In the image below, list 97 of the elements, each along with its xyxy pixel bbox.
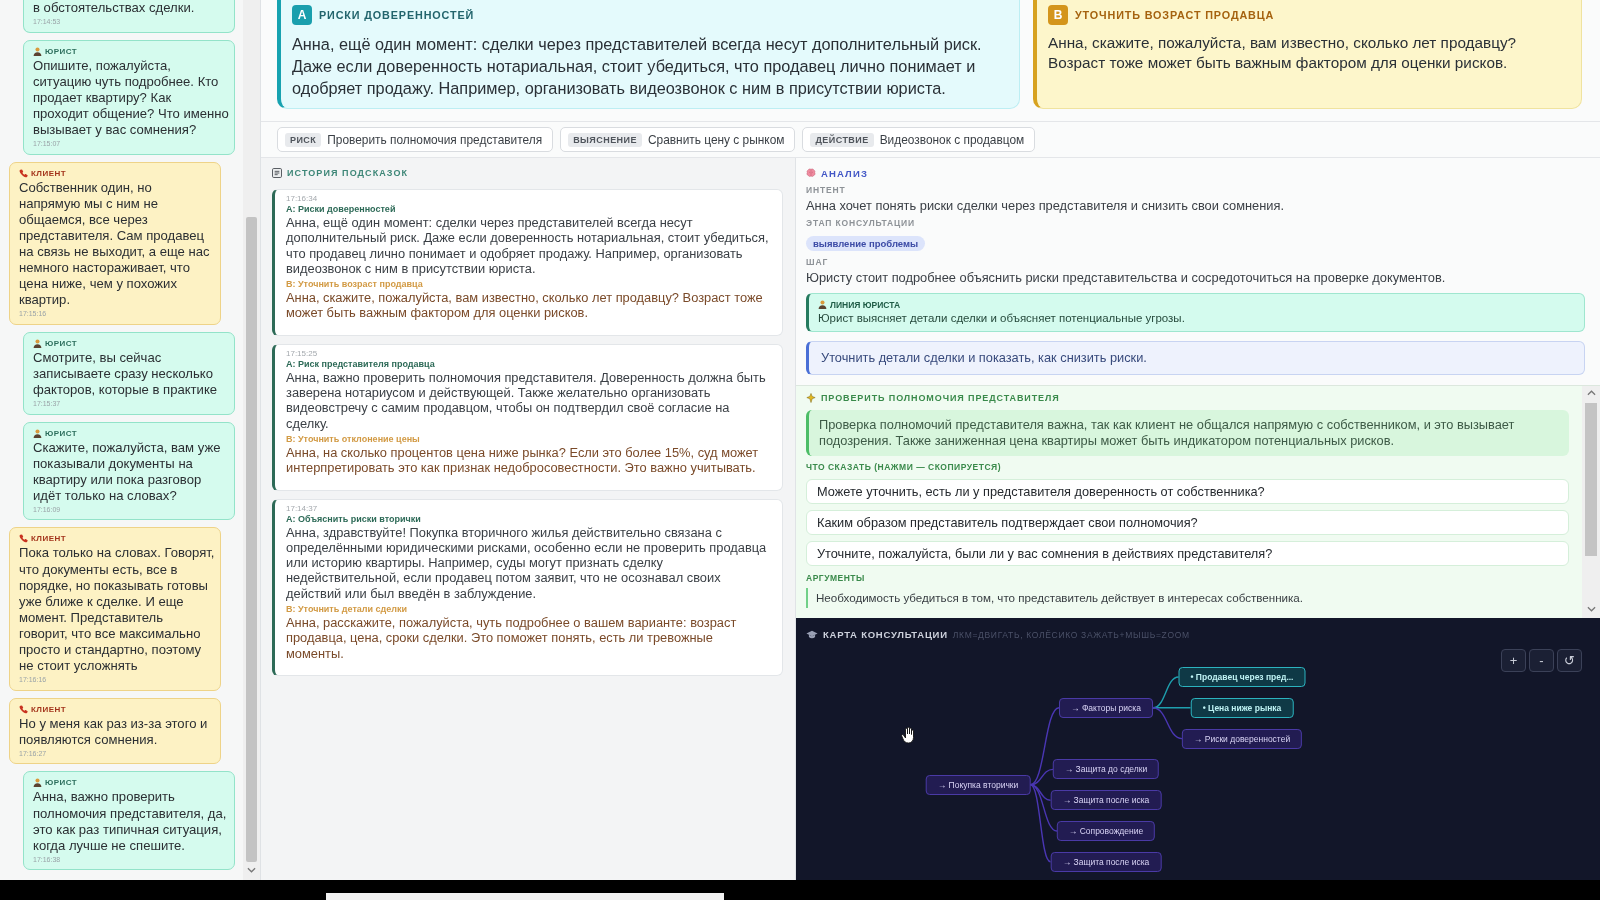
document-icon xyxy=(272,168,282,178)
scrollbar[interactable] xyxy=(243,0,260,880)
action-chip[interactable]: ДЕЙСТВИЕ Видеозвонок с продавцом xyxy=(802,127,1036,152)
map-node[interactable]: → Защита после иска xyxy=(1050,790,1162,811)
option-text: Анна, скажите, пожалуйста, вам известно, сколько лет продавцу? Возраст тоже может быть важным фактором для оценки рисков. xyxy=(286,290,764,321)
zoom-control-button[interactable]: + xyxy=(1501,649,1526,672)
message-author: ЮРИСТ xyxy=(45,337,78,349)
argument-item: Необходимость убедиться в том, что представитель действует в интересах собственника. xyxy=(806,588,1569,608)
phone-icon xyxy=(19,704,28,714)
section-title: ИСТОРИЯ ПОДСКАЗОК xyxy=(287,168,409,178)
zoom-control-button[interactable]: - xyxy=(1529,649,1554,672)
phone-icon xyxy=(19,168,28,178)
option-text: Анна, расскажите, пожалуйста, чуть подробнее о вашем варианте: возраст продавца, цена, сроки сделки. Это поможет понять, есть ли тревожные моменты. xyxy=(286,615,738,661)
zoom-control-button[interactable]: ↺ xyxy=(1557,649,1582,672)
map-node[interactable]: → Риски доверенностей xyxy=(1181,728,1303,749)
action-chip[interactable]: РИСК Проверить полномочия представителя xyxy=(277,127,554,152)
phrase-button[interactable]: Можете уточнить, есть ли у представителя доверенность от собственника? xyxy=(806,479,1569,504)
phone-icon xyxy=(19,534,28,544)
scroll-up-icon[interactable] xyxy=(1586,390,1596,396)
step-text: Юристу стоит подробнее объяснить риски представительства и сосредоточиться на проверке документов. xyxy=(806,270,1447,285)
graduation-cap-icon xyxy=(806,630,818,639)
map-node[interactable]: → Сопровождение xyxy=(1056,821,1156,841)
recommendation-note: Уточнить детали сделки и показать, как снизить риски. xyxy=(806,341,1585,375)
map-hint: ЛКМ=ДВИГАТЬ, КОЛЁСИКО ЗАЖАТЬ+МЫШЬ=ZOOM xyxy=(952,629,1190,640)
message-text: Опишите, пожалуйста, ситуацию чуть подробнее. Кто продает квартиру? Как проходит общение? Что именно вызывает у вас сомнения? xyxy=(33,57,229,139)
history-time: 17:15:25 xyxy=(286,348,319,359)
message-author: КЛИЕНТ xyxy=(31,533,67,545)
message-author: КЛИЕНТ xyxy=(31,167,67,179)
chip-tag: РИСК xyxy=(285,132,322,147)
stage-tag: выявление проблемы xyxy=(806,236,926,251)
card-title: УТОЧНИТЬ ВОЗРАСТ ПРОДАВЦА xyxy=(1075,9,1275,21)
card-badge: B xyxy=(1048,5,1068,25)
scrollbar-thumb[interactable] xyxy=(246,217,257,862)
option-text: Анна, здравствуйте! Покупка вторичного жилья действительно связана с определёнными юридическими рисками, особенно если не проверить продавца или историю квартиры. Например, суды могут признать сделку недействительной, если продавец потом заявит, что не осознавал своих действий или был введён в заблуждение. xyxy=(286,524,768,602)
field-label: ЧТО СКАЗАТЬ (НАЖМИ — СКОПИРУЕТСЯ) xyxy=(806,462,1003,473)
scrollbar-thumb[interactable] xyxy=(1585,403,1597,556)
card-text: Анна, ещё один момент: сделки через представителей всегда несут дополнительный риск. Даже если доверенность нотариальная, стоит убедиться, что продавец лично понимает и одобряет продажу. Например, организовать видеозвонок с ним в присутствии юриста. xyxy=(292,34,983,99)
message-text: Пока только на словах. Говорят, что документы есть, все в порядке, но показывать готовы уже ближе к сделке. И еще момент. Представитель говорит, что все максимально просто и стандартно, поэтому не стоит усложнять xyxy=(19,545,215,675)
field-label: ИНТЕНТ xyxy=(806,185,847,196)
suggestion-card[interactable]: B УТОЧНИТЬ ВОЗРАСТ ПРОДАВЦА Анна, скажите, пожалуйста, вам известно, сколько лет продавцу? Возраст тоже может быть важным фактором для оценки рисков. xyxy=(1033,0,1582,109)
option-title: A: Риск представителя продавца xyxy=(286,358,436,370)
option-title: A: Риски доверенностей xyxy=(286,204,397,215)
message-author: ЮРИСТ xyxy=(45,45,78,57)
map-node[interactable]: → Защита до сделки xyxy=(1052,759,1160,780)
message-text: Но у меня как раз из-за этого и появляются сомнения. xyxy=(19,715,209,748)
option-title: B: Уточнить отклонение цены xyxy=(286,433,421,445)
map-node[interactable]: • Цена ниже рынка xyxy=(1190,697,1294,718)
phrase-button[interactable]: Уточните, пожалуйста, были ли у вас сомнения в действиях представителя? xyxy=(806,541,1569,566)
chip-tag: ВЫЯСНЕНИЕ xyxy=(568,132,642,147)
message-author: ЮРИСТ xyxy=(45,427,78,439)
history-time: 17:14:37 xyxy=(286,503,319,514)
scroll-down-icon[interactable] xyxy=(247,867,256,873)
person-icon xyxy=(33,428,42,438)
scroll-down-icon[interactable] xyxy=(1586,606,1596,612)
section-title: ПРОВЕРИТЬ ПОЛНОМОЧИЯ ПРЕДСТАВИТЕЛЯ xyxy=(821,393,1060,403)
explanation-note: Проверка полномочий представителя важна, так как клиент не общался напрямую с собственником, и это вызывает подозрения. Также заниженная цена квартиры может быть индикатором потенциальных рисков. xyxy=(806,410,1569,456)
field-label: ШАГ xyxy=(806,257,830,268)
map-node[interactable]: → Факторы риска xyxy=(1059,697,1153,718)
brain-icon xyxy=(806,168,816,178)
option-title: B: Уточнить детали сделки xyxy=(286,604,409,616)
history-time: 17:16:34 xyxy=(286,194,319,204)
lawyer-line-label: ЛИНИЯ ЮРИСТА xyxy=(830,299,901,310)
card-badge: A xyxy=(292,5,312,25)
suggestion-card[interactable] xyxy=(277,0,1020,109)
message-author: ЮРИСТ xyxy=(45,777,78,789)
message-text: Смотрите, вы сейчас записываете сразу несколько факторов, которые в практике xyxy=(33,349,219,399)
hand-cursor-icon xyxy=(901,726,916,744)
field-label: АРГУМЕНТЫ xyxy=(806,573,866,584)
card-title: РИСКИ ДОВЕРЕННОСТЕЙ xyxy=(319,9,475,21)
option-text: Анна, на сколько процентов цена ниже рынка? Если это более 15%, суд может интерпретировать это как признак недобросовестности. Это важно учитывать. xyxy=(286,444,760,476)
person-icon xyxy=(818,300,827,309)
lawyer-line-text: Юрист выясняет детали сделки и объясняет потенциальные угрозы. xyxy=(818,311,1186,326)
chip-tag: ДЕЙСТВИЕ xyxy=(810,132,874,147)
map-node[interactable]: → Защита после иска xyxy=(1050,851,1162,872)
option-title: A: Объяснить риски вторички xyxy=(286,513,422,525)
section-title: КАРТА КОНСУЛЬТАЦИИ xyxy=(823,629,948,640)
action-chip[interactable]: ВЫЯСНЕНИЕ Сравнить цену с рынком xyxy=(560,127,796,152)
person-icon xyxy=(33,46,42,56)
card-text: Анна, скажите, пожалуйста, вам известно, сколько лет продавцу? Возраст тоже может быть важным фактором для оценки рисков. xyxy=(1048,33,1518,73)
message-author: КЛИЕНТ xyxy=(31,703,67,715)
scrollbar[interactable] xyxy=(1582,386,1600,618)
sparkle-icon xyxy=(806,393,816,403)
map-node[interactable]: → Покупка вторички xyxy=(925,774,1031,795)
phrase-button[interactable]: Каким образом представитель подтверждает свои полномочия? xyxy=(806,510,1569,535)
section-title: АНАЛИЗ xyxy=(821,167,868,179)
option-text: Анна, важно проверить полномочия представителя. Доверенность должна быть заверена нотариусом и действующей. Также желательно организовать видеовстречу с самим продавцом, чтобы он подтвердил своё согласие на сделку. xyxy=(286,369,767,431)
message-text: Скажите, пожалуйста, вам уже показывали документы на квартиру или пока разговор идёт только на словах? xyxy=(33,439,222,504)
message-text: Анна, важно проверить полномочия представителя, да, это как раз типичная ситуация, когда лучше не спешите. xyxy=(33,789,228,854)
person-icon xyxy=(33,338,42,348)
person-icon xyxy=(33,778,42,788)
message-text: в обстоятельствах сделки. xyxy=(33,0,196,17)
message-text: Собственник один, но напрямую мы с ним не общаемся, все через представителя. Сам продавец на связь не выходит, а еще нас немного настораживает, что цена ниже, чем у похожих квартир. xyxy=(19,179,211,309)
intent-text: Анна хочет понять риски сделки через представителя и снизить свои сомнения. xyxy=(806,198,1286,213)
option-title: B: Уточнить возраст продавца xyxy=(286,279,424,291)
field-label: ЭТАП КОНСУЛЬТАЦИИ xyxy=(806,218,917,229)
map-node[interactable]: • Продавец через пред... xyxy=(1178,667,1306,687)
option-text: Анна, ещё один момент: сделки через представителей всегда несут дополнительный риск. Даже если доверенность нотариальная, стоит убедиться, что продавец лично понимает и одобряет продажу. Например, организовать видеозвонок с ним в присутствии юриста. xyxy=(286,215,770,277)
